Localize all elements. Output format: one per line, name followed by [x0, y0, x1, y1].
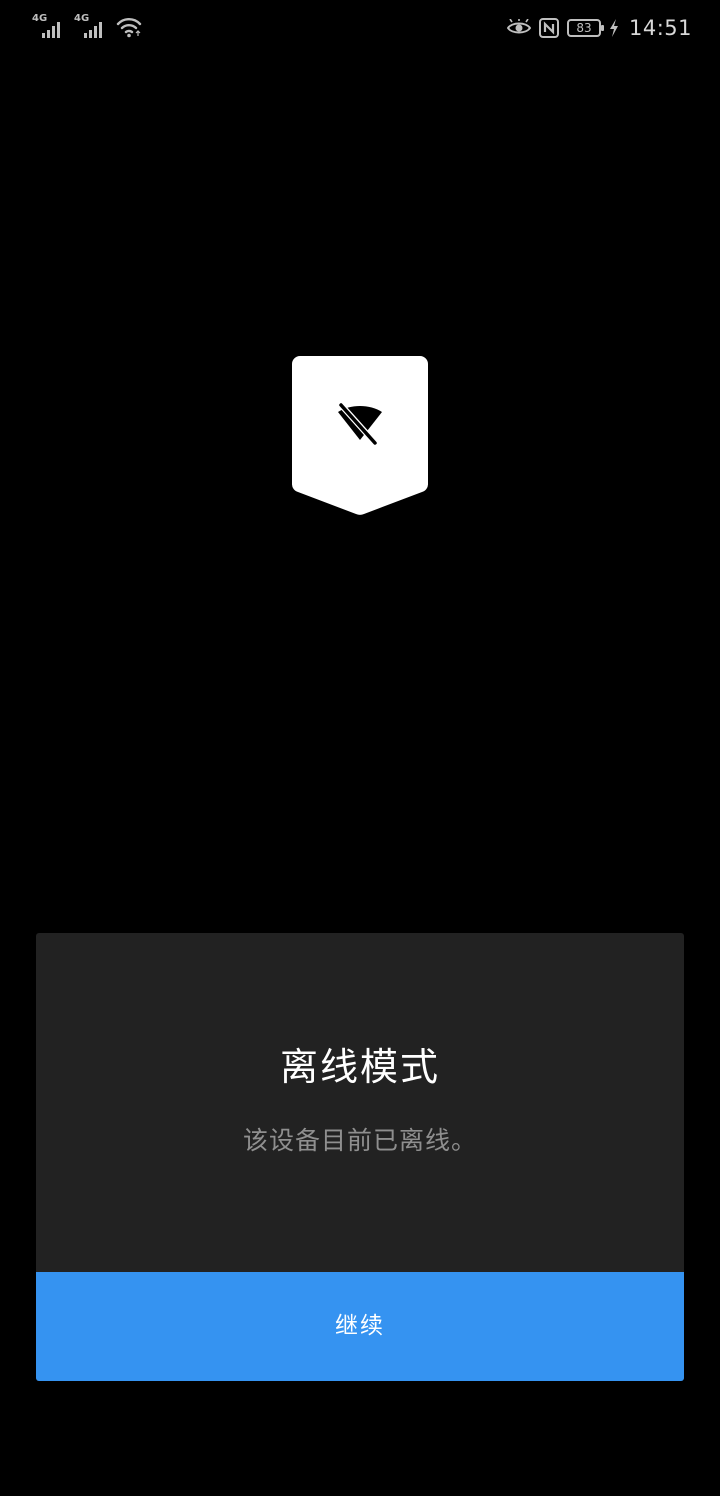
status-bar-right: 83 14:51 — [506, 14, 692, 42]
status-bar: 4G 4G 83 14:51 — [0, 0, 720, 56]
offline-dialog: 离线模式 该设备目前已离线。 继续 — [36, 933, 684, 1381]
signal-icon — [84, 22, 102, 38]
signal-icon — [42, 22, 60, 38]
dialog-message: 该设备目前已离线。 — [242, 1126, 477, 1155]
wifi-icon — [116, 18, 142, 38]
continue-button[interactable]: 继续 — [36, 1272, 684, 1381]
battery-icon: 83 — [566, 19, 604, 37]
charging-icon — [609, 19, 618, 37]
wifi-off-icon — [338, 403, 382, 446]
eye-comfort-icon — [506, 19, 531, 34]
sim1-signal: 4G — [32, 14, 66, 40]
sim2-signal: 4G — [74, 14, 108, 40]
offline-badge — [292, 356, 428, 516]
dialog-title: 离线模式 — [279, 1045, 440, 1089]
wifi-status — [116, 14, 144, 40]
nfc-icon — [538, 18, 559, 38]
status-bar-left: 4G 4G — [32, 14, 144, 40]
status-time: 14:51 — [628, 16, 692, 40]
